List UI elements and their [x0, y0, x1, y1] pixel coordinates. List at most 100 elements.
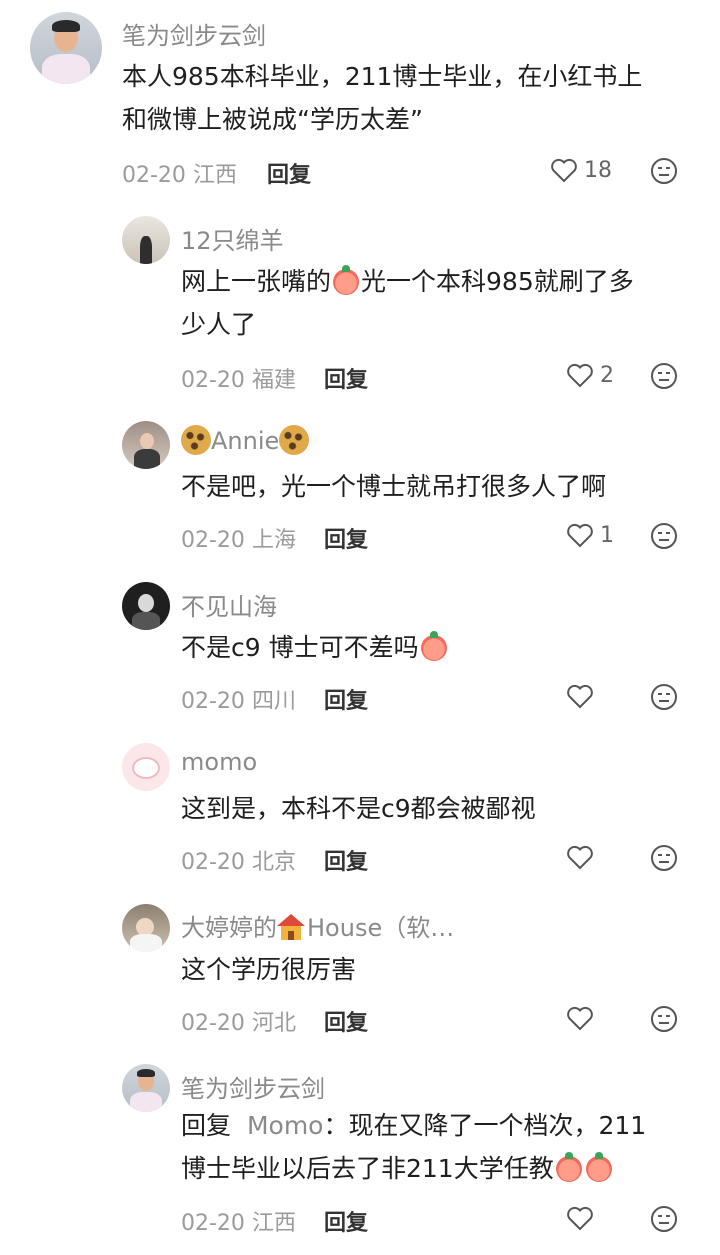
- neutral-face-icon[interactable]: [650, 1005, 678, 1033]
- comment-text: 不是c9 博士可不差吗: [181, 626, 449, 669]
- comment-author[interactable]: 大婷婷的 House（软…: [181, 908, 454, 943]
- comment-author[interactable]: momo: [181, 748, 257, 776]
- comment-author[interactable]: 笔为剑步云剑: [122, 16, 266, 51]
- like-count: 18: [584, 157, 612, 183]
- comment-item: 大婷婷的 House（软… 这个学历很厉害 02-20 河北 回复: [0, 898, 720, 1048]
- comment-text-line: 和微博上被说成“学历太差”: [122, 105, 423, 134]
- cookie-emoji-icon: [181, 425, 211, 455]
- comment-text-line: 本人985本科毕业，211博士毕业，在小红书上: [122, 62, 643, 91]
- comment-text-part: 光一个本科985就刷了多: [361, 267, 634, 296]
- crying-emoji-icon: [585, 1152, 612, 1182]
- comment-item: 笔为剑步云剑 回复 Momo：现在又降了一个档次，211 博士毕业以后去了非21…: [0, 1058, 720, 1255]
- comment-meta: 02-20 江西: [122, 157, 237, 189]
- heart-outline-icon: [567, 684, 593, 709]
- comment-date: 02-20: [181, 1211, 245, 1236]
- comment-text-part: 不是c9 博士可不差吗: [181, 633, 419, 662]
- heart-outline-icon: [567, 1206, 593, 1231]
- comment-location: 福建: [251, 368, 296, 393]
- comment-location: 上海: [251, 528, 296, 553]
- comment-text: 不是吧，光一个博士就吊打很多人了啊: [181, 472, 607, 501]
- heart-outline-icon: [567, 523, 593, 548]
- reply-button[interactable]: 回复: [324, 844, 368, 876]
- comment-location: 北京: [251, 850, 296, 875]
- reply-button[interactable]: 回复: [267, 157, 311, 189]
- comment-author[interactable]: 不见山海: [181, 587, 277, 622]
- neutral-face-icon[interactable]: [650, 683, 678, 711]
- comment-author[interactable]: 笔为剑步云剑: [181, 1069, 325, 1104]
- author-name-text: 大婷婷的: [181, 914, 277, 942]
- angry-emoji-icon: [333, 265, 360, 295]
- comment-item: Annie 不是吧，光一个博士就吊打很多人了啊 02-20 上海 回复 1: [0, 415, 720, 565]
- reply-button[interactable]: 回复: [324, 1205, 368, 1237]
- comment-item: 12只绵羊 网上一张嘴的 光一个本科985就刷了多 少人了 02-20 福建 回复…: [0, 210, 720, 405]
- reply-target-user[interactable]: Momo: [247, 1111, 324, 1140]
- like-button[interactable]: [566, 1205, 594, 1231]
- comment-text: 这个学历很厉害: [181, 955, 357, 984]
- comment-date: 02-20: [122, 163, 186, 188]
- reply-button[interactable]: 回复: [324, 1005, 368, 1037]
- author-name-text: Annie: [211, 427, 280, 455]
- cookie-emoji-icon: [279, 425, 310, 455]
- like-button[interactable]: 1: [566, 522, 614, 548]
- avatar[interactable]: [122, 1064, 170, 1112]
- like-button[interactable]: 2: [566, 362, 614, 388]
- house-emoji-icon: [277, 914, 305, 940]
- comment-location: 河北: [251, 1011, 296, 1036]
- reply-prefix: 回复: [181, 1111, 232, 1140]
- comment-meta: 02-20 四川: [181, 683, 296, 715]
- avatar[interactable]: [122, 582, 170, 630]
- comment-meta: 02-20 福建: [181, 362, 296, 394]
- like-count: 2: [600, 362, 614, 388]
- neutral-face-icon[interactable]: [650, 157, 678, 185]
- author-name-text: House（软…: [307, 914, 455, 942]
- avatar[interactable]: [122, 421, 170, 469]
- comment-text-part: 博士毕业以后去了非211大学任教: [181, 1154, 554, 1183]
- avatar[interactable]: [30, 12, 102, 84]
- heart-outline-icon: [551, 158, 577, 183]
- like-button[interactable]: [566, 683, 594, 709]
- comment-date: 02-20: [181, 1011, 245, 1036]
- comment-meta: 02-20 江西: [181, 1205, 296, 1237]
- comment-date: 02-20: [181, 528, 245, 553]
- comment-meta: 02-20 北京: [181, 844, 296, 876]
- comment-author[interactable]: 12只绵羊: [181, 221, 284, 256]
- avatar[interactable]: [122, 743, 170, 791]
- thinking-emoji-icon: [420, 631, 447, 661]
- heart-outline-icon: [567, 1006, 593, 1031]
- comment-text: 回复 Momo：现在又降了一个档次，211: [181, 1104, 646, 1147]
- comment-text: 网上一张嘴的 光一个本科985就刷了多: [181, 260, 634, 303]
- neutral-face-icon[interactable]: [650, 362, 678, 390]
- comment-meta: 02-20 上海: [181, 522, 296, 554]
- like-button[interactable]: [566, 1005, 594, 1031]
- like-button[interactable]: [566, 844, 594, 870]
- neutral-face-icon[interactable]: [650, 522, 678, 550]
- comment-text: 这到是，本科不是c9都会被鄙视: [181, 794, 536, 823]
- avatar[interactable]: [122, 904, 170, 952]
- comment-item: 不见山海 不是c9 博士可不差吗 02-20 四川 回复: [0, 576, 720, 726]
- comment-text-line: 博士毕业以后去了非211大学任教: [181, 1147, 614, 1190]
- neutral-face-icon[interactable]: [650, 844, 678, 872]
- heart-outline-icon: [567, 845, 593, 870]
- comment-date: 02-20: [181, 689, 245, 714]
- comment-item: momo 这到是，本科不是c9都会被鄙视 02-20 北京 回复: [0, 737, 720, 887]
- reply-button[interactable]: 回复: [324, 362, 368, 394]
- comment-text-part: ：现在又降了一个档次，211: [323, 1111, 647, 1140]
- comment-item: 笔为剑步云剑 本人985本科毕业，211博士毕业，在小红书上 和微博上被说成“学…: [0, 0, 720, 200]
- comment-meta: 02-20 河北: [181, 1005, 296, 1037]
- comment-date: 02-20: [181, 368, 245, 393]
- heart-outline-icon: [567, 363, 593, 388]
- neutral-face-icon[interactable]: [650, 1205, 678, 1233]
- comment-text-part: 网上一张嘴的: [181, 267, 332, 296]
- like-button[interactable]: 18: [550, 157, 612, 183]
- like-count: 1: [600, 522, 614, 548]
- comment-text-line: 少人了: [181, 310, 257, 339]
- comment-author[interactable]: Annie: [181, 425, 310, 455]
- comment-location: 江西: [192, 163, 237, 188]
- comment-date: 02-20: [181, 850, 245, 875]
- reply-button[interactable]: 回复: [324, 683, 368, 715]
- avatar[interactable]: [122, 216, 170, 264]
- reply-button[interactable]: 回复: [324, 522, 368, 554]
- comment-location: 四川: [251, 689, 296, 714]
- crying-emoji-icon: [555, 1152, 582, 1182]
- comment-location: 江西: [251, 1211, 296, 1236]
